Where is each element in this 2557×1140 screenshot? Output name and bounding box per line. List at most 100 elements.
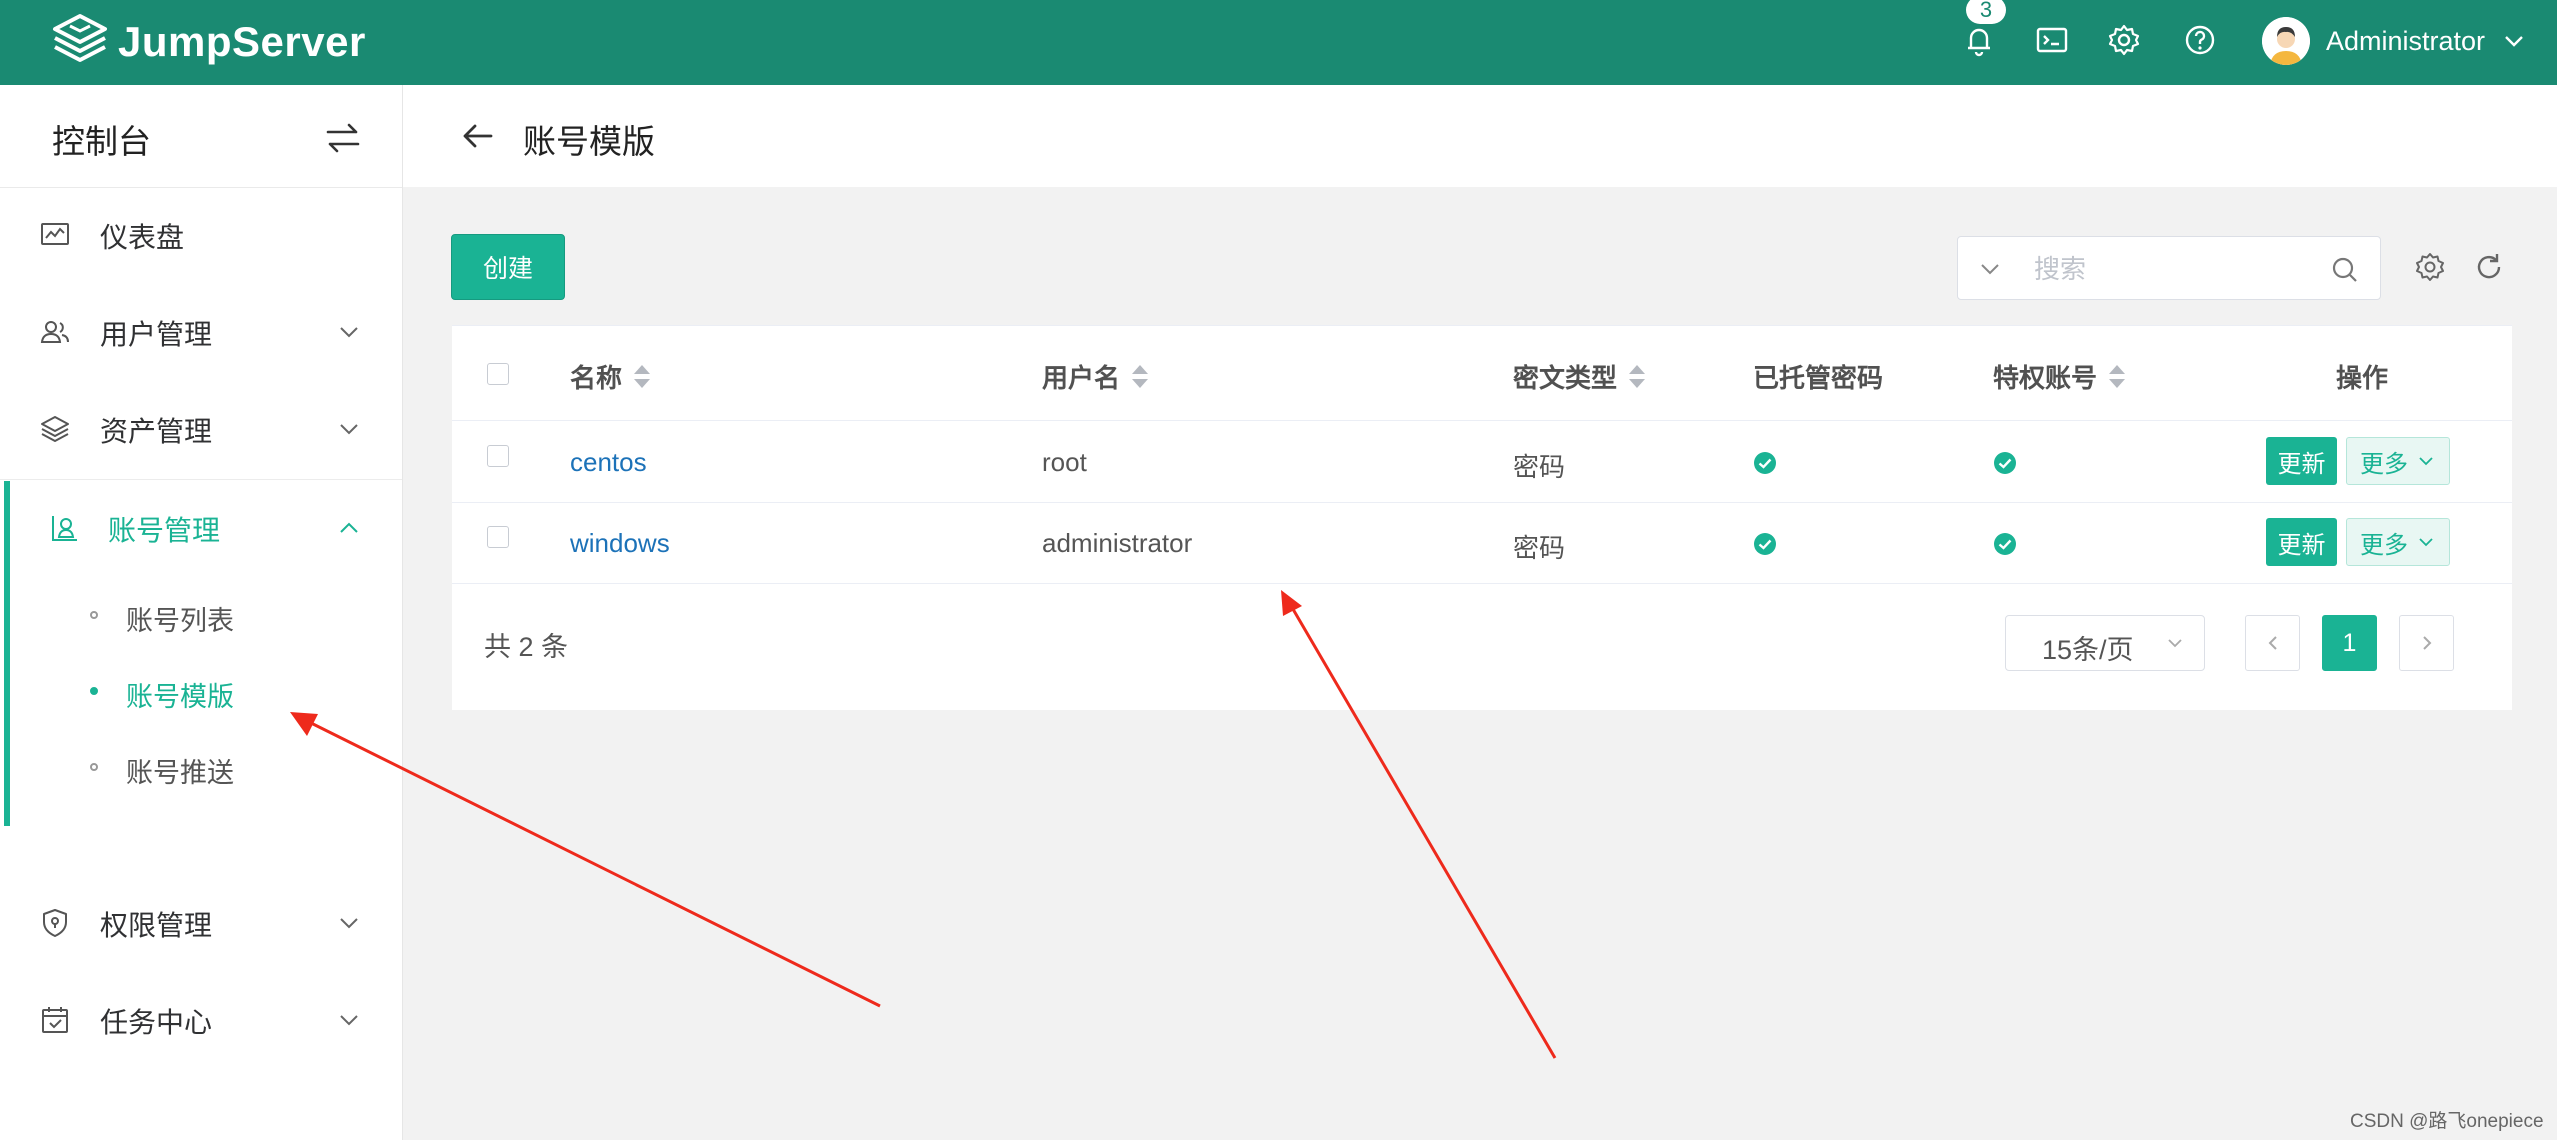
search-box[interactable] [1957, 236, 2381, 300]
table-row: centos root 密码 更新 更多 [452, 421, 2512, 503]
sidebar-subitem-label: 账号模版 [126, 682, 234, 712]
menu-divider [0, 479, 402, 480]
more-dropdown-button[interactable]: 更多 [2346, 518, 2450, 566]
column-header-privileged[interactable]: 特权账号 [1993, 358, 2126, 395]
update-button[interactable]: 更新 [2266, 518, 2337, 566]
create-button[interactable]: 创建 [451, 234, 565, 300]
web-terminal-button[interactable] [2029, 17, 2075, 63]
chevron-down-icon [2505, 36, 2523, 47]
chevron-down-icon [340, 327, 358, 338]
brand-logo[interactable]: JumpServer [50, 6, 366, 78]
total-count: 共 2 条 [484, 632, 569, 662]
sidebar-item-accounts[interactable]: 账号管理 [0, 481, 402, 577]
chevron-down-icon [340, 424, 358, 435]
account-key-icon [52, 516, 77, 541]
row-checkbox[interactable] [487, 526, 509, 548]
sidebar-item-users[interactable]: 用户管理 [0, 285, 402, 381]
chevron-down-icon [2419, 457, 2433, 466]
chart-dashboard-icon [41, 223, 69, 245]
update-button[interactable]: 更新 [2266, 437, 2337, 485]
column-label: 用户名 [1042, 363, 1121, 393]
template-name-link[interactable]: windows [570, 528, 670, 559]
sidebar-subitem-label: 账号推送 [126, 758, 234, 788]
table-settings-gear-icon[interactable] [2413, 250, 2447, 284]
back-arrow-icon[interactable] [457, 115, 499, 157]
username-cell: root [1042, 447, 1087, 477]
calendar-check-icon [42, 1007, 68, 1033]
template-name-link[interactable]: centos [570, 447, 647, 478]
column-header-username[interactable]: 用户名 [1042, 358, 1149, 395]
sort-icon[interactable] [1132, 364, 1149, 390]
chevron-down-icon [340, 1015, 358, 1026]
user-avatar-icon [2262, 17, 2310, 65]
more-dropdown-button[interactable]: 更多 [2346, 437, 2450, 485]
prev-page-button[interactable] [2245, 615, 2300, 671]
column-label: 特权账号 [1993, 363, 2098, 393]
sidebar-item-tasks[interactable]: 任务中心 [0, 973, 402, 1069]
select-all-checkbox[interactable] [487, 363, 509, 385]
page-size-value: 15条/页 [2042, 635, 2134, 665]
bullet-icon [90, 687, 98, 695]
chevron-down-icon [340, 918, 358, 929]
question-circle-icon [2185, 25, 2215, 55]
users-icon [40, 321, 69, 343]
brand-name: JumpServer [118, 18, 366, 65]
account-template-table: 名称 用户名 密文类型 已托管密码 特权账号 操作 centos root 密码… [452, 325, 2512, 710]
page-number-current[interactable]: 1 [2322, 615, 2377, 671]
watermark: CSDN @路飞onepiece [2350, 1111, 2544, 1132]
sidebar-title: 控制台 [52, 123, 151, 160]
sidebar-header: 控制台 [0, 85, 402, 188]
sidebar-item-assets[interactable]: 资产管理 [0, 382, 402, 478]
row-checkbox[interactable] [487, 445, 509, 467]
shield-icon [43, 909, 67, 937]
chevron-down-icon [2419, 538, 2433, 547]
check-circle-icon [1994, 452, 2016, 474]
help-button[interactable] [2177, 17, 2223, 63]
sort-icon[interactable] [1629, 364, 1646, 390]
sort-icon[interactable] [2109, 364, 2126, 390]
column-header-secret-type[interactable]: 密文类型 [1513, 358, 1646, 395]
sidebar-subitem-label: 账号列表 [126, 606, 234, 636]
more-label: 更多 [2360, 531, 2408, 559]
sidebar: 控制台 仪表盘 用户管理 资产管理 账号管理 账号列表 账号模版 账号推送 权限… [0, 85, 403, 1140]
search-icon[interactable] [2330, 255, 2360, 285]
sidebar-subitem-account-templates[interactable]: 账号模版 [0, 655, 402, 727]
secret-type-cell: 密码 [1513, 533, 1566, 563]
sidebar-subitem-account-push[interactable]: 账号推送 [0, 731, 402, 803]
chevron-left-icon [2268, 636, 2277, 650]
sidebar-item-perms[interactable]: 权限管理 [0, 876, 402, 972]
sidebar-item-label: 权限管理 [100, 910, 213, 941]
column-header-name[interactable]: 名称 [570, 358, 651, 395]
sidebar-item-label: 任务中心 [100, 1007, 213, 1038]
sidebar-item-dashboard[interactable]: 仪表盘 [0, 188, 402, 284]
jumpserver-logo-icon [53, 14, 107, 62]
gear-icon [2108, 24, 2140, 56]
sort-icon[interactable] [634, 364, 651, 390]
more-label: 更多 [2360, 450, 2408, 478]
page-header: 账号模版 [403, 85, 2557, 187]
column-label: 操作 [2336, 363, 2389, 393]
switch-view-icon[interactable] [322, 117, 364, 159]
bullet-icon [90, 611, 98, 619]
check-circle-icon [1754, 452, 1776, 474]
refresh-icon[interactable] [2472, 250, 2506, 284]
sidebar-subitem-account-list[interactable]: 账号列表 [0, 579, 402, 651]
sidebar-item-label: 仪表盘 [100, 222, 185, 253]
settings-button[interactable] [2101, 17, 2147, 63]
top-header: JumpServer 3 Administrator [0, 0, 2557, 85]
column-label: 密文类型 [1513, 363, 1618, 393]
notification-count-badge: 3 [1966, 0, 2006, 24]
chevron-down-icon[interactable] [1976, 255, 2004, 283]
column-header-actions: 操作 [2336, 358, 2388, 395]
user-name: Administrator [2326, 25, 2486, 56]
username-cell: administrator [1042, 528, 1193, 558]
page-size-select[interactable]: 15条/页 [2005, 615, 2205, 671]
next-page-button[interactable] [2399, 615, 2454, 671]
chevron-up-icon [340, 522, 358, 533]
table-row: windows administrator 密码 更新 更多 [452, 502, 2512, 584]
search-input[interactable] [2032, 245, 2296, 293]
user-menu[interactable]: Administrator [2262, 12, 2527, 70]
chevron-right-icon [2422, 636, 2431, 650]
terminal-icon [2036, 27, 2068, 53]
table-header: 名称 用户名 密文类型 已托管密码 特权账号 操作 [452, 325, 2512, 421]
